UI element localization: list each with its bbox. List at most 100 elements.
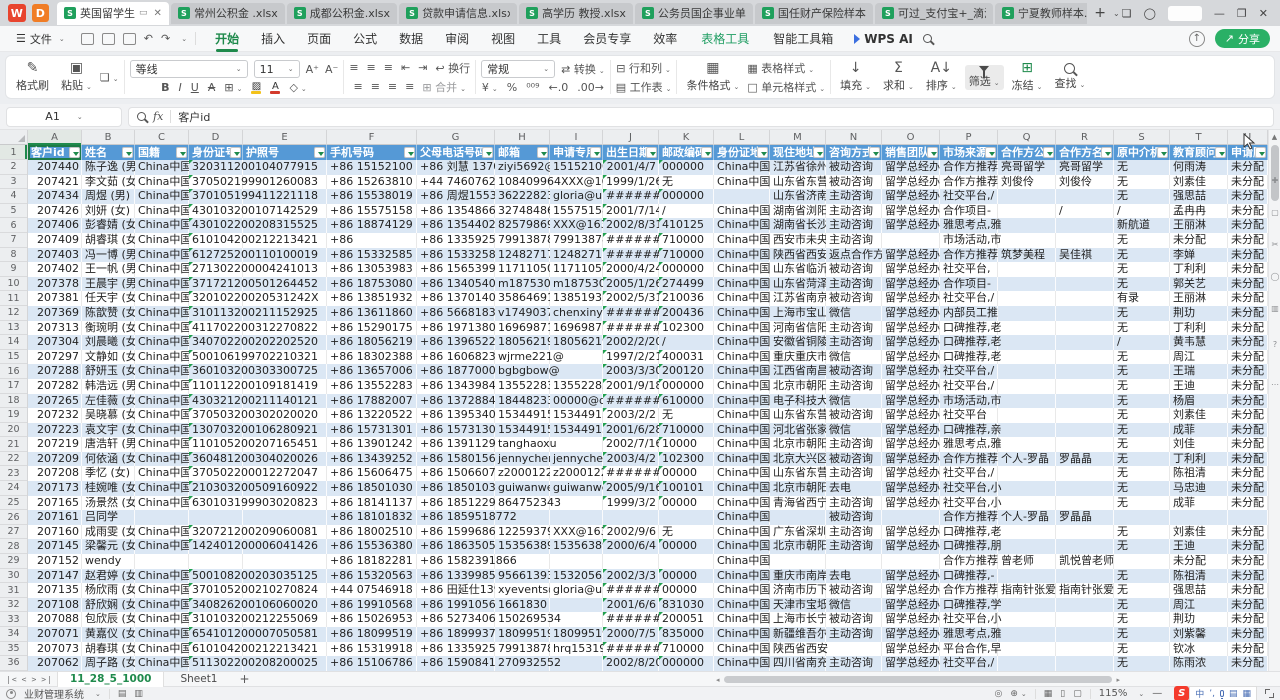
cell[interactable]: China中国: [135, 321, 189, 336]
undo-icon[interactable]: ↶: [144, 32, 153, 45]
cell[interactable]: +86 56681836: [417, 306, 495, 321]
cell[interactable]: 荆玏: [1170, 612, 1228, 627]
cell[interactable]: +86 1899937166: [417, 627, 495, 642]
cell[interactable]: 未分配: [1228, 364, 1268, 379]
cell[interactable]: 被动咨询: [826, 160, 882, 175]
cell[interactable]: 138519326: [550, 291, 603, 306]
cell[interactable]: 612725200110100019: [189, 248, 327, 263]
cell[interactable]: guiwanwei: [550, 481, 603, 496]
filter-dropdown-icon[interactable]: [230, 147, 241, 158]
cell[interactable]: 180562199: [495, 335, 550, 350]
cell[interactable]: +86 1335925706: [417, 233, 495, 248]
cell[interactable]: 主动咨询: [826, 466, 882, 481]
cell[interactable]: 雅思考点,雅: [940, 437, 1114, 452]
cell[interactable]: 无: [1114, 175, 1170, 190]
cell[interactable]: 陈祖清: [1170, 466, 1228, 481]
sheet-nav-next-icon[interactable]: >: [31, 675, 37, 684]
cell[interactable]: China中国: [714, 510, 826, 525]
cell[interactable]: 指南针张爱: [998, 583, 1056, 598]
cell[interactable]: 000000: [659, 379, 714, 394]
cell[interactable]: 无: [1114, 160, 1170, 175]
cell[interactable]: 320311200104077915: [189, 160, 327, 175]
file-tab[interactable]: S公务员国企事业单位: [635, 3, 753, 24]
save-icon[interactable]: [81, 33, 94, 45]
cell[interactable]: China中国: [135, 350, 189, 365]
menu-tab[interactable]: 页面: [296, 27, 342, 50]
cell[interactable]: 370502199901260083: [189, 175, 327, 190]
vertical-scroll-thumb[interactable]: [1271, 145, 1279, 201]
status-doc-icon[interactable]: ▤: [118, 689, 127, 699]
more-icon[interactable]: ⋯: [1269, 380, 1280, 389]
window-layout-icon[interactable]: ❏: [1122, 7, 1132, 20]
cell[interactable]: 钦冰: [1170, 642, 1228, 657]
cell[interactable]: 周煜 (男): [82, 189, 135, 204]
cell[interactable]: 153449155: [550, 423, 603, 438]
cell[interactable]: +86 1340540988: [417, 277, 495, 292]
cell[interactable]: 亮哥留学: [1056, 160, 1114, 175]
convert-button[interactable]: ⇄ 转换⌄: [561, 61, 605, 77]
cell[interactable]: +86 15320563: [327, 569, 417, 584]
cell[interactable]: 周子路 (女): [82, 656, 135, 671]
cell[interactable]: +86 1599686222: [417, 525, 495, 540]
cell[interactable]: 季忆 (女): [82, 466, 135, 481]
cell[interactable]: China中国: [714, 437, 770, 452]
cell[interactable]: +86 18302388: [327, 350, 417, 365]
cell[interactable]: 留学总经办: [882, 642, 940, 657]
page-layout-view-icon[interactable]: ▯: [1060, 689, 1065, 699]
cell[interactable]: China中国: [135, 481, 189, 496]
cell[interactable]: China中国: [135, 642, 189, 657]
cell[interactable]: 200120: [659, 364, 714, 379]
row-header[interactable]: 25: [0, 496, 27, 511]
cell[interactable]: 王丽淋: [1170, 218, 1228, 233]
sum-button[interactable]: Σ求和⌄: [879, 60, 918, 94]
cell[interactable]: 口碑推荐,老: [940, 335, 1114, 350]
column-header[interactable]: G: [417, 130, 495, 145]
cell[interactable]: +86 13611860: [327, 306, 417, 321]
cell[interactable]: 327484864: [495, 204, 550, 219]
add-sheet-button[interactable]: +: [234, 672, 256, 686]
row-header[interactable]: 11: [0, 291, 27, 306]
cell[interactable]: gloria@uk(: [550, 189, 603, 204]
cell[interactable]: 社交平台,/: [940, 291, 1114, 306]
header-cell[interactable]: 合作方名: [1056, 145, 1114, 160]
cell[interactable]: +86 15731301: [327, 423, 417, 438]
cell[interactable]: 被动咨询: [826, 408, 882, 423]
side-add-icon[interactable]: ✚: [1269, 176, 1280, 185]
filter-dropdown-icon[interactable]: [1101, 147, 1112, 158]
cell[interactable]: 340826200106060020: [189, 598, 327, 613]
cell[interactable]: 刘素佳: [1170, 175, 1228, 190]
fx-icon[interactable]: fx: [153, 110, 163, 123]
cell[interactable]: 广东省深圳: [770, 525, 826, 540]
align-middle-icon[interactable]: ≡: [367, 61, 376, 74]
cell[interactable]: 未分配: [1228, 321, 1268, 336]
cell[interactable]: 王晨宇 (男): [82, 277, 135, 292]
row-header[interactable]: 16: [0, 364, 27, 379]
cell[interactable]: 社交平台,小: [940, 481, 1114, 496]
copy-icon[interactable]: ❏⌄: [100, 71, 119, 84]
sogou-logo-icon[interactable]: S: [1174, 686, 1189, 700]
cell[interactable]: 刘俊伶: [998, 175, 1056, 190]
workspace-name[interactable]: 业财管理系统: [24, 686, 84, 700]
cell[interactable]: 207440: [28, 160, 82, 175]
cell[interactable]: +86 15263810: [327, 175, 417, 190]
cell[interactable]: 湖南省长沙: [770, 218, 826, 233]
cell[interactable]: 2000/7/5: [603, 627, 659, 642]
cell[interactable]: 口碑推荐,老: [940, 525, 1114, 540]
cell[interactable]: +86 18002510: [327, 525, 417, 540]
cell[interactable]: 00000@qq(: [550, 394, 603, 409]
cell[interactable]: ########: [603, 306, 659, 321]
cell[interactable]: 180995191: [495, 627, 550, 642]
cell[interactable]: 153449155xxx@163.c: [550, 408, 603, 423]
cell[interactable]: 未分配: [1228, 160, 1268, 175]
cell[interactable]: +86 15290175: [327, 321, 417, 336]
cell[interactable]: 留学总经办: [882, 627, 940, 642]
cell[interactable]: 筑梦美程: [998, 248, 1056, 263]
cell[interactable]: 500106199702210321: [189, 350, 327, 365]
cell[interactable]: 151521001: [550, 160, 603, 175]
cell[interactable]: 安徽省铜陵: [770, 335, 826, 350]
cell[interactable]: 合作方推荐: [940, 554, 998, 569]
cell[interactable]: 胡春琪 (女): [82, 642, 135, 657]
close-button[interactable]: ✕: [1259, 7, 1268, 20]
quick-access-chevron-icon[interactable]: ⌄: [181, 35, 187, 43]
cell[interactable]: 被动咨询: [826, 262, 882, 277]
